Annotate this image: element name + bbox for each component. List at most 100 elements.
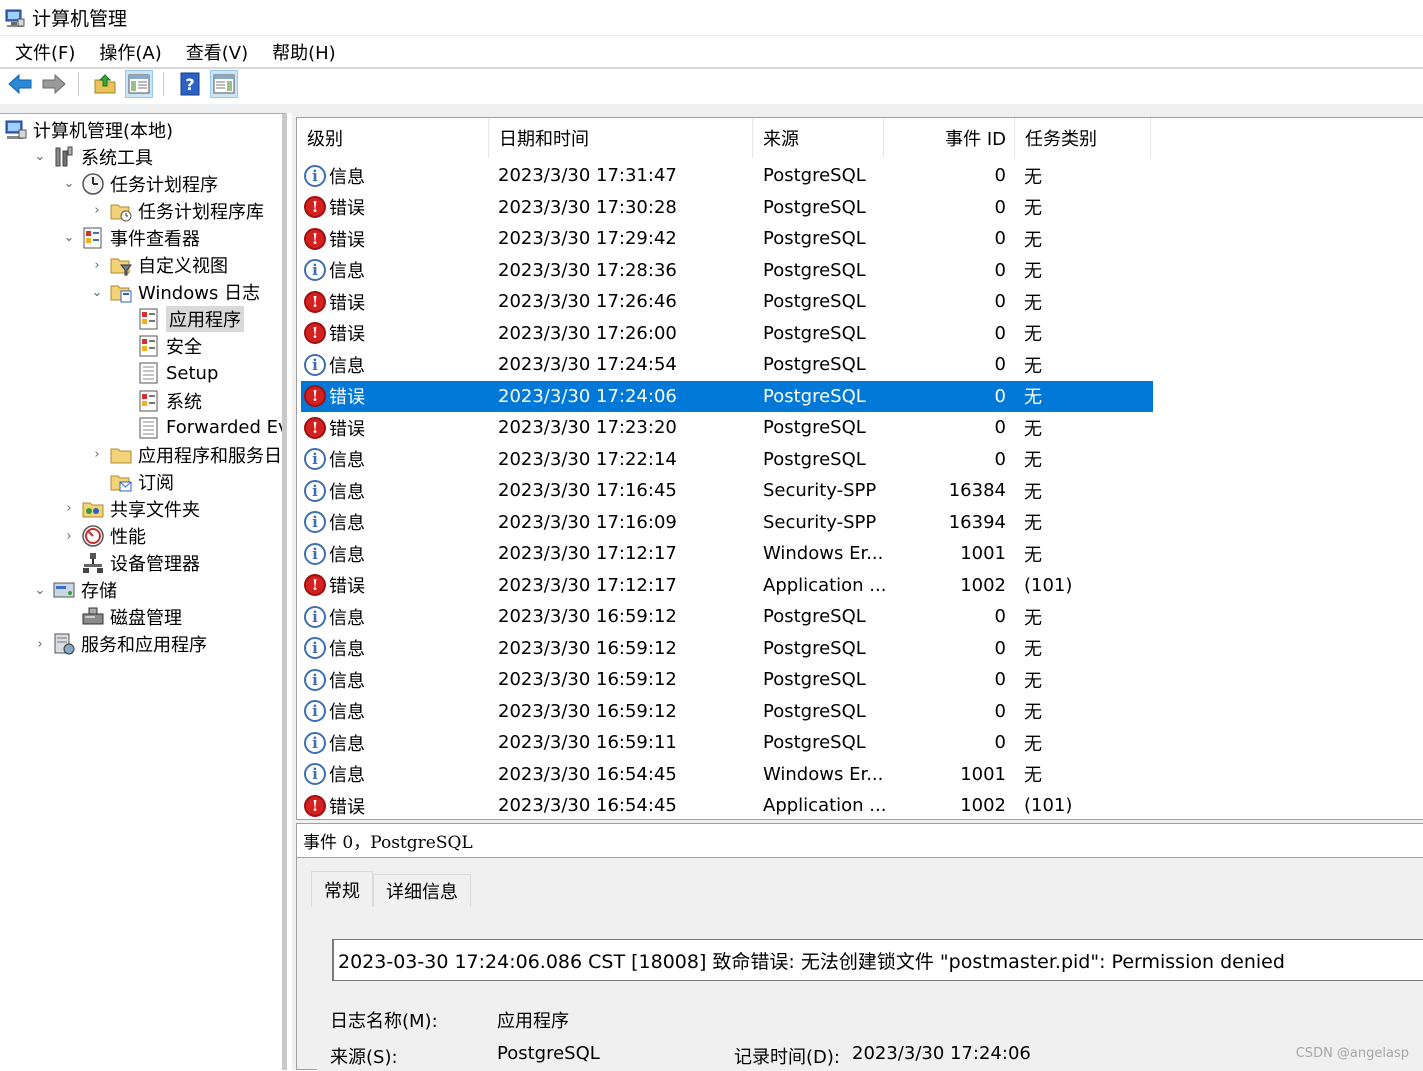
show-hide-tree-icon[interactable] <box>125 70 153 98</box>
table-row[interactable]: i信息2023/3/30 16:59:11PostgreSQL0无 <box>301 727 1153 758</box>
tree-item[interactable]: ⌄Windows 日志 <box>89 279 260 306</box>
datetime-cell: 2023/3/30 17:22:14 <box>498 444 677 475</box>
back-arrow-icon[interactable] <box>6 70 34 98</box>
table-row[interactable]: !错误2023/3/30 16:54:45Application ...1002… <box>301 790 1153 820</box>
tree-item[interactable]: ›任务计划程序库 <box>89 197 264 224</box>
level-cell: i信息 <box>304 538 365 569</box>
show-hide-action-pane-icon[interactable] <box>210 70 238 98</box>
event-id-cell: 0 <box>888 349 1006 380</box>
source-cell: PostgreSQL <box>763 160 866 191</box>
source-value[interactable]: PostgreSQL <box>497 1043 600 1064</box>
column-header-datetime[interactable]: 日期和时间 <box>489 118 753 158</box>
table-row[interactable]: i信息2023/3/30 16:59:12PostgreSQL0无 <box>301 664 1153 695</box>
chevron-down-icon[interactable]: ⌄ <box>61 230 77 245</box>
table-row[interactable]: !错误2023/3/30 17:12:17Application ...1002… <box>301 570 1153 601</box>
tree-item[interactable]: Setup <box>117 360 218 387</box>
table-row[interactable]: i信息2023/3/30 17:16:09Security-SPP16394无 <box>301 507 1153 538</box>
table-row[interactable]: i信息2023/3/30 17:24:54PostgreSQL0无 <box>301 349 1153 380</box>
table-row[interactable]: !错误2023/3/30 17:26:46PostgreSQL0无 <box>301 286 1153 317</box>
chevron-right-icon[interactable]: › <box>89 447 105 462</box>
tree-item[interactable]: 订阅 <box>89 468 174 495</box>
event-list[interactable]: 级别 日期和时间 来源 事件 ID 任务类别 i信息2023/3/30 17:3… <box>296 117 1423 820</box>
tree-item[interactable]: ›共享文件夹 <box>61 495 200 522</box>
tree-item[interactable]: 应用程序 <box>117 306 244 333</box>
table-row[interactable]: i信息2023/3/30 16:59:12PostgreSQL0无 <box>301 633 1153 664</box>
log-name-value[interactable]: 应用程序 <box>497 1007 569 1033</box>
tree-item[interactable]: 设备管理器 <box>61 550 200 577</box>
tree-item-label: 应用程序 <box>166 306 244 332</box>
chevron-right-icon[interactable]: › <box>61 501 77 516</box>
chevron-right-icon[interactable]: › <box>89 258 105 273</box>
event-id-cell: 0 <box>888 160 1006 191</box>
chevron-right-icon[interactable]: › <box>61 529 77 544</box>
tree-item[interactable]: 系统 <box>117 387 202 414</box>
task-category-cell: 无 <box>1024 727 1042 758</box>
tree-item-label: 安全 <box>166 333 202 359</box>
table-row[interactable]: !错误2023/3/30 17:30:28PostgreSQL0无 <box>301 192 1153 223</box>
table-row[interactable]: i信息2023/3/30 16:59:12PostgreSQL0无 <box>301 696 1153 727</box>
menu-action[interactable]: 操作(A) <box>99 37 161 67</box>
watermark: CSDN @angelasp <box>1296 1046 1409 1061</box>
event-detail-title: 事件 0，PostgreSQL <box>297 824 1423 858</box>
tree-item[interactable]: 计算机管理(本地) <box>4 116 173 143</box>
navigation-tree[interactable]: 计算机管理(本地)⌄系统工具⌄任务计划程序›任务计划程序库⌄事件查看器›自定义视… <box>0 113 287 1070</box>
tree-item[interactable]: ⌄存储 <box>32 577 117 604</box>
menu-help[interactable]: 帮助(H) <box>272 37 336 67</box>
table-row[interactable]: !错误2023/3/30 17:29:42PostgreSQL0无 <box>301 223 1153 254</box>
source-cell: PostgreSQL <box>763 444 866 475</box>
level-cell: i信息 <box>304 601 365 632</box>
tree-item[interactable]: 安全 <box>117 333 202 360</box>
chevron-down-icon[interactable]: ⌄ <box>32 149 48 164</box>
chevron-down-icon[interactable]: ⌄ <box>32 583 48 598</box>
table-row[interactable]: i信息2023/3/30 17:31:47PostgreSQL0无 <box>301 160 1153 191</box>
table-row[interactable]: i信息2023/3/30 17:16:45Security-SPP16384无 <box>301 475 1153 506</box>
level-text: 信息 <box>329 761 365 787</box>
table-row[interactable]: !错误2023/3/30 17:26:00PostgreSQL0无 <box>301 318 1153 349</box>
chevron-down-icon[interactable]: ⌄ <box>61 176 77 191</box>
tree-item[interactable]: ›服务和应用程序 <box>32 631 207 658</box>
tree-item[interactable]: ›性能 <box>61 523 146 550</box>
datetime-cell: 2023/3/30 16:54:45 <box>498 759 677 790</box>
tree-item[interactable]: ⌄任务计划程序 <box>61 170 218 197</box>
column-header-source[interactable]: 来源 <box>753 118 884 158</box>
table-row[interactable]: i信息2023/3/30 16:54:45Windows Er...1001无 <box>301 759 1153 790</box>
table-row[interactable]: !错误2023/3/30 17:24:06PostgreSQL0无 <box>301 381 1153 412</box>
table-row[interactable]: !错误2023/3/30 17:23:20PostgreSQL0无 <box>301 412 1153 443</box>
tab-general[interactable]: 常规 <box>311 871 373 907</box>
chevron-right-icon[interactable]: › <box>89 203 105 218</box>
level-text: 信息 <box>329 478 365 504</box>
logged-value[interactable]: 2023/3/30 17:24:06 <box>852 1043 1031 1064</box>
tree-item[interactable]: Forwarded Even <box>117 414 287 441</box>
tree-item[interactable]: 磁盘管理 <box>61 604 182 631</box>
tree-item[interactable]: ›应用程序和服务日志 <box>89 441 287 468</box>
table-row[interactable]: i信息2023/3/30 17:12:17Windows Er...1001无 <box>301 538 1153 569</box>
menu-view[interactable]: 查看(V) <box>186 37 248 67</box>
level-cell: i信息 <box>304 759 365 790</box>
tab-details[interactable]: 详细信息 <box>373 874 471 907</box>
event-id-cell: 0 <box>888 633 1006 664</box>
tree-item[interactable]: ⌄事件查看器 <box>61 224 200 251</box>
column-header-task-category[interactable]: 任务类别 <box>1015 118 1151 158</box>
task-category-cell: (101) <box>1024 790 1072 820</box>
level-cell: i信息 <box>304 664 365 695</box>
shared-folder-icon <box>81 497 105 521</box>
table-row[interactable]: i信息2023/3/30 17:22:14PostgreSQL0无 <box>301 444 1153 475</box>
tree-item[interactable]: ⌄系统工具 <box>32 143 153 170</box>
level-cell: !错误 <box>304 412 365 443</box>
forward-arrow-icon[interactable] <box>40 70 68 98</box>
task-category-cell: 无 <box>1024 696 1042 727</box>
event-detail-panel: 事件 0，PostgreSQL 常规 详细信息 2023-03-30 17:24… <box>296 823 1423 1070</box>
chevron-right-icon[interactable]: › <box>32 637 48 652</box>
table-row[interactable]: i信息2023/3/30 16:59:12PostgreSQL0无 <box>301 601 1153 632</box>
column-header-level[interactable]: 级别 <box>297 118 489 158</box>
source-cell: PostgreSQL <box>763 286 866 317</box>
menu-file[interactable]: 文件(F) <box>15 37 75 67</box>
up-folder-icon[interactable] <box>91 70 119 98</box>
tree-item[interactable]: ›自定义视图 <box>89 252 228 279</box>
column-header-event-id[interactable]: 事件 ID <box>884 118 1015 158</box>
table-row[interactable]: i信息2023/3/30 17:28:36PostgreSQL0无 <box>301 255 1153 286</box>
event-description[interactable]: 2023-03-30 17:24:06.086 CST [18008] 致命错误… <box>332 939 1423 981</box>
help-icon[interactable]: ? <box>176 70 204 98</box>
level-cell: i信息 <box>304 444 365 475</box>
chevron-down-icon[interactable]: ⌄ <box>89 285 105 300</box>
